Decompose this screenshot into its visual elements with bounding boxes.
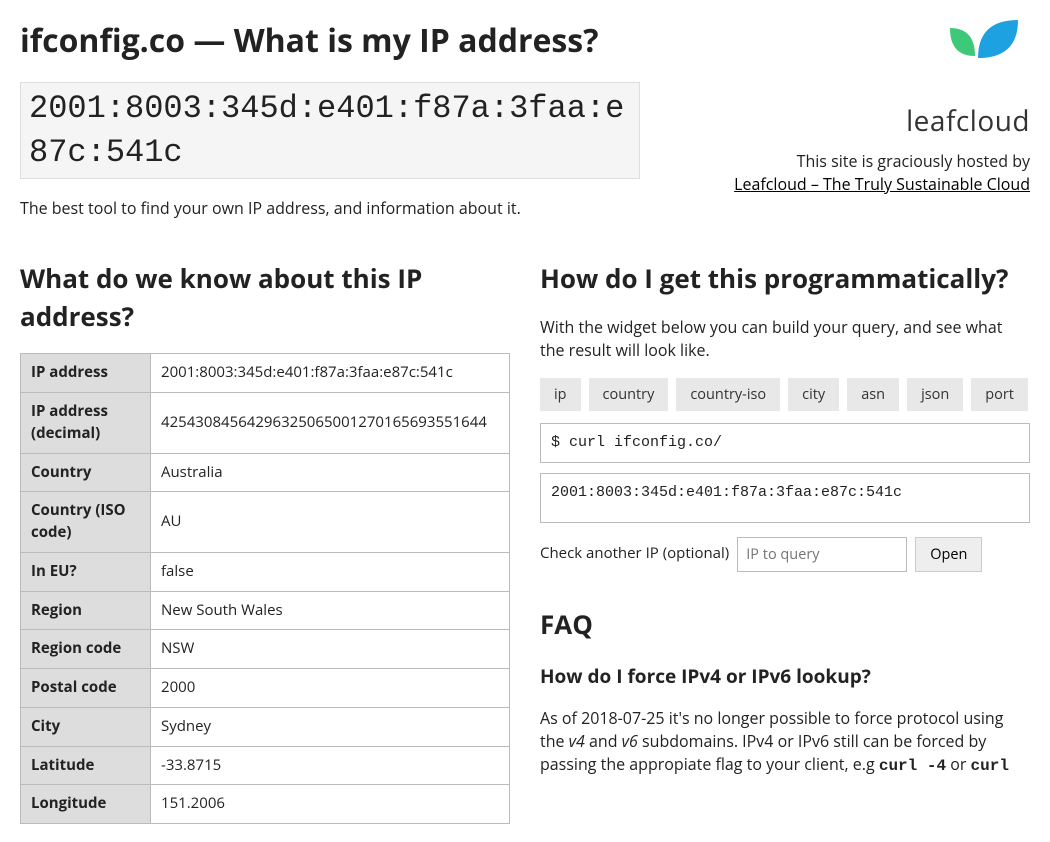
table-row: CountryAustralia [21, 453, 510, 492]
page-title: ifconfig.co — What is my IP address? [20, 18, 680, 64]
table-value: NSW [151, 630, 510, 669]
table-row: Latitude-33.8715 [21, 746, 510, 785]
table-value: Australia [151, 453, 510, 492]
table-row: Longitude151.2006 [21, 785, 510, 824]
widget-command: $ curl ifconfig.co/ [540, 423, 1030, 463]
table-row: Country (ISO code)AU [21, 492, 510, 553]
sponsor-logo-text: leafcloud [700, 101, 1030, 142]
widget-btn-port[interactable]: port [971, 378, 1028, 411]
table-key: Postal code [21, 669, 151, 708]
table-value: 2001:8003:345d:e401:f87a:3faa:e87c:541c [151, 354, 510, 393]
table-row: IP address (decimal)42543084564296325065… [21, 393, 510, 454]
widget-btn-country[interactable]: country [589, 378, 669, 411]
sponsor-link[interactable]: Leafcloud – The Truly Sustainable Cloud [734, 173, 1030, 195]
table-row: Region codeNSW [21, 630, 510, 669]
table-key: Latitude [21, 746, 151, 785]
table-value: AU [151, 492, 510, 553]
table-key: Country (ISO code) [21, 492, 151, 553]
sponsor-note: This site is graciously hosted by [797, 150, 1030, 172]
table-key: Country [21, 453, 151, 492]
table-value: 151.2006 [151, 785, 510, 824]
faq-a1: As of 2018-07-25 it's no longer possible… [540, 707, 1030, 779]
table-value: 2000 [151, 669, 510, 708]
tagline: The best tool to find your own IP addres… [20, 197, 680, 220]
table-row: In EU?false [21, 552, 510, 591]
table-row: Postal code2000 [21, 669, 510, 708]
table-key: IP address (decimal) [21, 393, 151, 454]
faq-q1: How do I force IPv4 or IPv6 lookup? [540, 663, 1030, 691]
table-row: RegionNew South Wales [21, 591, 510, 630]
open-button[interactable]: Open [915, 537, 982, 572]
sponsor-logo[interactable] [700, 18, 1030, 93]
table-value: New South Wales [151, 591, 510, 630]
table-value: 42543084564296325065001270165693551644 [151, 393, 510, 454]
table-value: false [151, 552, 510, 591]
widget-desc: With the widget below you can build your… [540, 316, 1030, 362]
widget-btn-country-iso[interactable]: country-iso [676, 378, 780, 411]
table-key: In EU? [21, 552, 151, 591]
widget-buttons: ipcountrycountry-isocityasnjsonport [540, 378, 1030, 411]
widget-btn-json[interactable]: json [907, 378, 963, 411]
info-heading: What do we know about this IP address? [20, 260, 510, 335]
table-key: Longitude [21, 785, 151, 824]
widget-btn-city[interactable]: city [788, 378, 839, 411]
widget-btn-asn[interactable]: asn [847, 378, 899, 411]
table-key: Region code [21, 630, 151, 669]
widget-heading: How do I get this programmatically? [540, 260, 1030, 298]
table-key: IP address [21, 354, 151, 393]
ip-info-table: IP address2001:8003:345d:e401:f87a:3faa:… [20, 353, 510, 824]
widget-btn-ip[interactable]: ip [540, 378, 581, 411]
table-key: Region [21, 591, 151, 630]
widget-result: 2001:8003:345d:e401:f87a:3faa:e87c:541c [540, 473, 1030, 523]
your-ip: 2001:8003:345d:e401:f87a:3faa:e87c:541c [20, 82, 640, 178]
faq-heading: FAQ [540, 606, 1030, 644]
table-value: -33.8715 [151, 746, 510, 785]
check-ip-label: Check another IP (optional) [540, 543, 729, 565]
ip-query-input[interactable] [737, 537, 907, 572]
table-row: IP address2001:8003:345d:e401:f87a:3faa:… [21, 354, 510, 393]
